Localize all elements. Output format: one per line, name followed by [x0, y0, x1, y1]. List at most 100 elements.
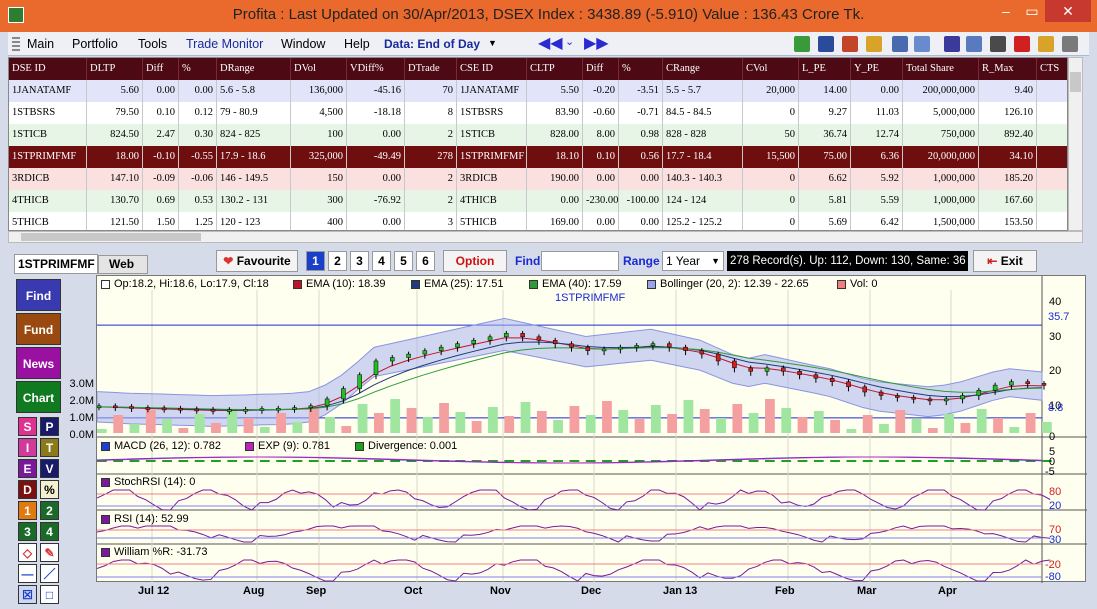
macd-legend: MACD (26, 12): 0.782	[101, 440, 221, 452]
grid-icon[interactable]	[944, 36, 960, 52]
candle-body	[520, 333, 525, 338]
menu-grip-icon	[12, 37, 20, 51]
volume-bar	[862, 415, 873, 433]
divergence-bar	[553, 460, 563, 462]
table-cell: 70	[405, 80, 457, 102]
pencil-icon[interactable]: ✎	[40, 543, 59, 562]
restore-button[interactable]: ▭	[1019, 0, 1045, 22]
symbol-tab[interactable]: 1STPRIMFMF	[14, 254, 98, 274]
clear-icon[interactable]: ☒	[18, 585, 37, 604]
table-cell: 0.00	[347, 212, 405, 230]
tool-p[interactable]: P	[40, 417, 59, 436]
tool-4[interactable]: 4	[40, 522, 59, 541]
table-row[interactable]: 1JANATAMF 5.60 0.00 0.00 5.6 - 5.8 136,000 -45…	[9, 80, 1067, 102]
find-input[interactable]	[541, 251, 619, 271]
news-side-button[interactable]: News	[16, 347, 61, 379]
notes-icon[interactable]	[1038, 36, 1054, 52]
menu-tools[interactable]: Tools	[138, 37, 167, 51]
table-row[interactable]: 1STICB 824.50 2.47 0.30 824 - 825 100 0.00 2 1ST…	[9, 124, 1067, 146]
grid-vertical-scrollbar[interactable]	[1068, 57, 1083, 231]
settings-icon[interactable]	[1062, 36, 1078, 52]
book-icon[interactable]	[842, 36, 858, 52]
menu-trade-monitor[interactable]: Trade Monitor	[186, 37, 263, 51]
find-side-button[interactable]: Find	[16, 279, 61, 311]
calc-icon[interactable]	[966, 36, 982, 52]
table-cell: 2	[405, 190, 457, 212]
layout-1-button[interactable]: 1	[306, 251, 325, 271]
tool-1[interactable]: 1	[18, 501, 37, 520]
exit-button[interactable]: ⇤ Exit	[973, 250, 1037, 272]
prev-record-icon[interactable]: ◀◀	[538, 33, 563, 53]
monitor-icon[interactable]	[990, 36, 1006, 52]
layout-3-button[interactable]: 3	[350, 251, 369, 271]
table-row[interactable]: 5THICB 121.50 1.50 1.25 120 - 123 400 0.00 3 5TH…	[9, 212, 1067, 230]
menu-main[interactable]: Main	[27, 37, 54, 51]
chart-area[interactable]: Op:18.2, Hi:18.6, Lo:17.9, Cl:18 EMA (10…	[96, 275, 1087, 583]
volume-bar	[145, 410, 156, 433]
tool-t[interactable]: T	[40, 438, 59, 457]
table-header-row[interactable]: DSE ID DLTP Diff% DRange DVol VDiff% DTrade CSE…	[9, 58, 1067, 80]
table-row[interactable]: 1STPRIMFMF 18.00 -0.10 -0.55 17.9 - 18.6 325,…	[9, 146, 1067, 168]
edit-icon[interactable]	[892, 36, 908, 52]
favourite-button[interactable]: ❤ Favourite	[216, 250, 298, 272]
next-record-icon[interactable]: ▶▶	[584, 33, 609, 53]
table-row[interactable]: 4THICB 130.70 0.69 0.53 130.2 - 131 300 -76.92…	[9, 190, 1067, 212]
tool-3[interactable]: 3	[18, 522, 37, 541]
web-tab[interactable]: Web	[98, 255, 148, 274]
market-grid[interactable]: DSE ID DLTP Diff% DRange DVol VDiff% DTrade CSE…	[8, 57, 1068, 231]
tool-i[interactable]: I	[18, 438, 37, 457]
table-cell: 8.00	[583, 124, 619, 146]
trendline-icon[interactable]: ／	[40, 564, 59, 583]
layout-2-button[interactable]: 2	[328, 251, 347, 271]
tool-e[interactable]: E	[18, 459, 37, 478]
bar-chart-icon[interactable]	[818, 36, 834, 52]
table-row[interactable]: 3RDICB 147.10 -0.09 -0.06 146 - 149.5 150 0.00…	[9, 168, 1067, 190]
mail-icon[interactable]	[1014, 36, 1030, 52]
tool-v[interactable]: V	[40, 459, 59, 478]
range-select[interactable]: 1 Year ▼	[662, 251, 724, 271]
stochrsi-tick-20: 20	[1049, 500, 1062, 512]
divergence-bar	[325, 460, 335, 462]
menu-portfolio[interactable]: Portfolio	[72, 37, 118, 51]
eraser-icon[interactable]: ◇	[18, 543, 37, 562]
table-cell: 0.10	[583, 146, 619, 168]
candle-body	[943, 398, 949, 402]
table-cell: 5.6 - 5.8	[217, 80, 291, 102]
chevron-down-icon[interactable]: ▼	[488, 38, 497, 48]
menu-help[interactable]: Help	[344, 37, 370, 51]
candle-body	[1009, 381, 1014, 386]
minimize-button[interactable]: –	[993, 0, 1019, 22]
column-header: %	[619, 58, 663, 80]
table-cell: 167.60	[979, 190, 1037, 212]
layout-5-button[interactable]: 5	[394, 251, 413, 271]
fund-side-button[interactable]: Fund	[16, 313, 61, 345]
column-header: Diff	[143, 58, 179, 80]
close-button[interactable]: ✕	[1045, 0, 1091, 22]
column-header: DTrade	[405, 58, 457, 80]
menu-window[interactable]: Window	[281, 37, 325, 51]
divergence-bar	[243, 460, 254, 462]
data-mode-dropdown[interactable]: Data: End of Day	[384, 37, 480, 51]
hline-icon[interactable]: —	[18, 564, 37, 583]
layout-6-button[interactable]: 6	[416, 251, 435, 271]
option-button[interactable]: Option	[443, 250, 507, 272]
rect-icon[interactable]: □	[40, 585, 59, 604]
tool-s[interactable]: S	[18, 417, 37, 436]
window-icon[interactable]	[914, 36, 930, 52]
divergence-label: Divergence: 0.001	[368, 440, 458, 452]
folder-icon[interactable]	[866, 36, 882, 52]
table-cell: 190.00	[527, 168, 583, 190]
candle-body	[487, 336, 493, 341]
table-row[interactable]: 1STBSRS 79.50 0.10 0.12 79 - 80.9 4,500 -18.18…	[9, 102, 1067, 124]
tool-percent[interactable]: %	[40, 480, 59, 499]
chart-side-button[interactable]: Chart	[16, 381, 61, 413]
layout-4-button[interactable]: 4	[372, 251, 391, 271]
download-icon[interactable]	[794, 36, 810, 52]
grid-horizontal-scrollbar[interactable]	[8, 231, 1083, 243]
table-cell: 100	[291, 124, 347, 146]
candle-body	[715, 353, 721, 362]
tool-d[interactable]: D	[18, 480, 37, 499]
tool-2[interactable]: 2	[40, 501, 59, 520]
candle-body	[145, 407, 151, 410]
dropdown-arrow-icon[interactable]: ⌄	[565, 35, 574, 48]
